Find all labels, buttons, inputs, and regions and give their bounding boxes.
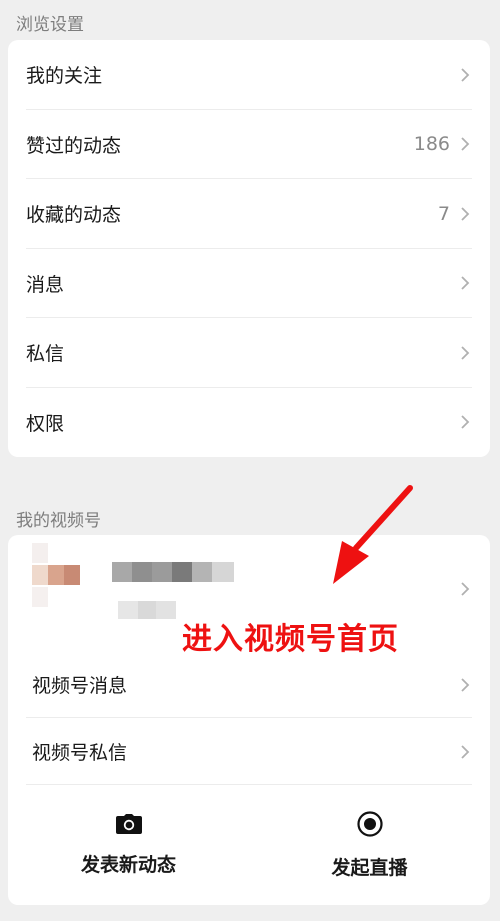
messages-row[interactable]: 消息 xyxy=(8,249,490,319)
row-label: 消息 xyxy=(26,273,65,296)
row-label: 赞过的动态 xyxy=(26,134,122,157)
liked-count: 186 xyxy=(413,133,450,156)
chevron-right-icon xyxy=(460,275,470,291)
channel-messages-row[interactable]: 视频号消息 xyxy=(8,651,490,718)
chevron-right-icon xyxy=(460,744,470,760)
avatar xyxy=(32,543,80,607)
my-follows-row[interactable]: 我的关注 xyxy=(8,40,490,110)
chevron-right-icon xyxy=(460,67,470,83)
chevron-right-icon xyxy=(460,677,470,693)
private-messages-row[interactable]: 私信 xyxy=(8,318,490,388)
annotation-text: 进入视频号首页 xyxy=(182,622,399,657)
record-icon xyxy=(356,810,383,841)
camera-icon xyxy=(115,813,142,838)
chevron-right-icon xyxy=(460,136,470,152)
channel-id-obscured xyxy=(118,601,176,619)
start-live-button[interactable]: 发起直播 xyxy=(249,785,490,905)
my-channels-card: 视频号消息 视频号私信 发表新动态 发起直播 xyxy=(8,535,490,905)
row-label: 收藏的动态 xyxy=(26,204,122,227)
saved-count: 7 xyxy=(437,202,450,225)
channel-actions: 发表新动态 发起直播 xyxy=(8,785,490,905)
browse-settings-card: 我的关注 赞过的动态 186 收藏的动态 7 消息 私信 权限 xyxy=(8,40,490,457)
row-label: 视频号消息 xyxy=(32,675,128,697)
browse-settings-title: 浏览设置 xyxy=(16,15,84,35)
liked-posts-row[interactable]: 赞过的动态 186 xyxy=(8,110,490,180)
row-label: 我的关注 xyxy=(26,65,103,88)
channel-private-messages-row[interactable]: 视频号私信 xyxy=(8,718,490,785)
chevron-right-icon xyxy=(460,414,470,430)
permissions-row[interactable]: 权限 xyxy=(8,388,490,458)
row-label: 权限 xyxy=(26,412,65,435)
row-label: 私信 xyxy=(26,343,65,366)
start-live-label: 发起直播 xyxy=(331,856,408,879)
chevron-right-icon xyxy=(460,345,470,361)
row-label: 视频号私信 xyxy=(32,742,128,764)
post-new-label: 发表新动态 xyxy=(80,853,176,876)
chevron-right-icon xyxy=(460,206,470,222)
post-new-button[interactable]: 发表新动态 xyxy=(8,785,249,905)
chevron-right-icon xyxy=(460,581,470,597)
channel-name-obscured xyxy=(112,562,234,582)
my-channels-title: 我的视频号 xyxy=(16,511,101,531)
saved-posts-row[interactable]: 收藏的动态 7 xyxy=(8,179,490,249)
